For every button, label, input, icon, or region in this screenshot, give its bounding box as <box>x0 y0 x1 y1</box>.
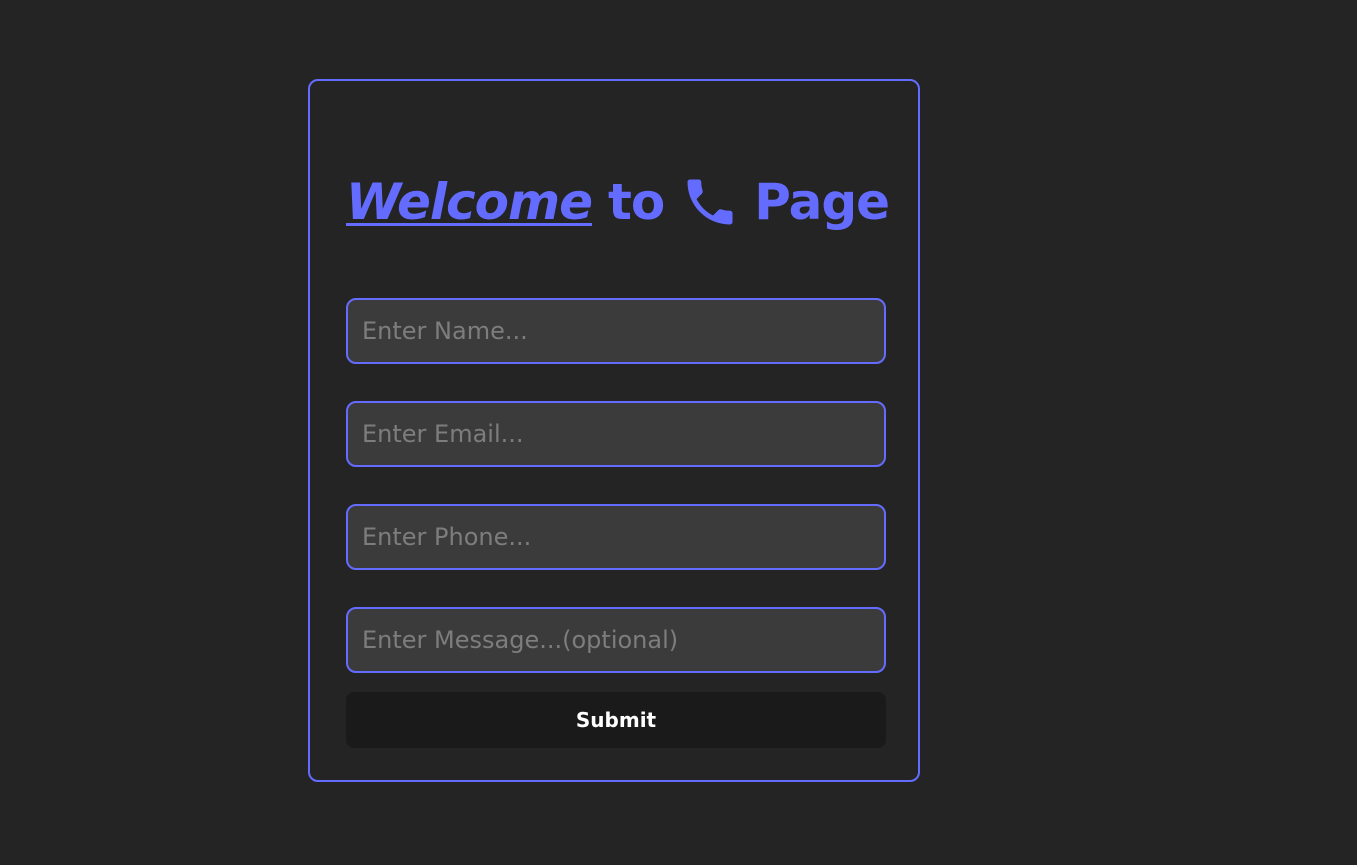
email-input[interactable] <box>346 401 886 467</box>
submit-button[interactable]: Submit <box>346 692 886 748</box>
phone-icon <box>680 172 740 232</box>
title-page: Page <box>754 173 890 231</box>
title-to: to <box>608 173 665 231</box>
page-title: Welcome to Page <box>346 166 891 238</box>
title-welcome: Welcome <box>346 173 593 231</box>
phone-input[interactable] <box>346 504 886 570</box>
name-input[interactable] <box>346 298 886 364</box>
message-input[interactable] <box>346 607 886 673</box>
